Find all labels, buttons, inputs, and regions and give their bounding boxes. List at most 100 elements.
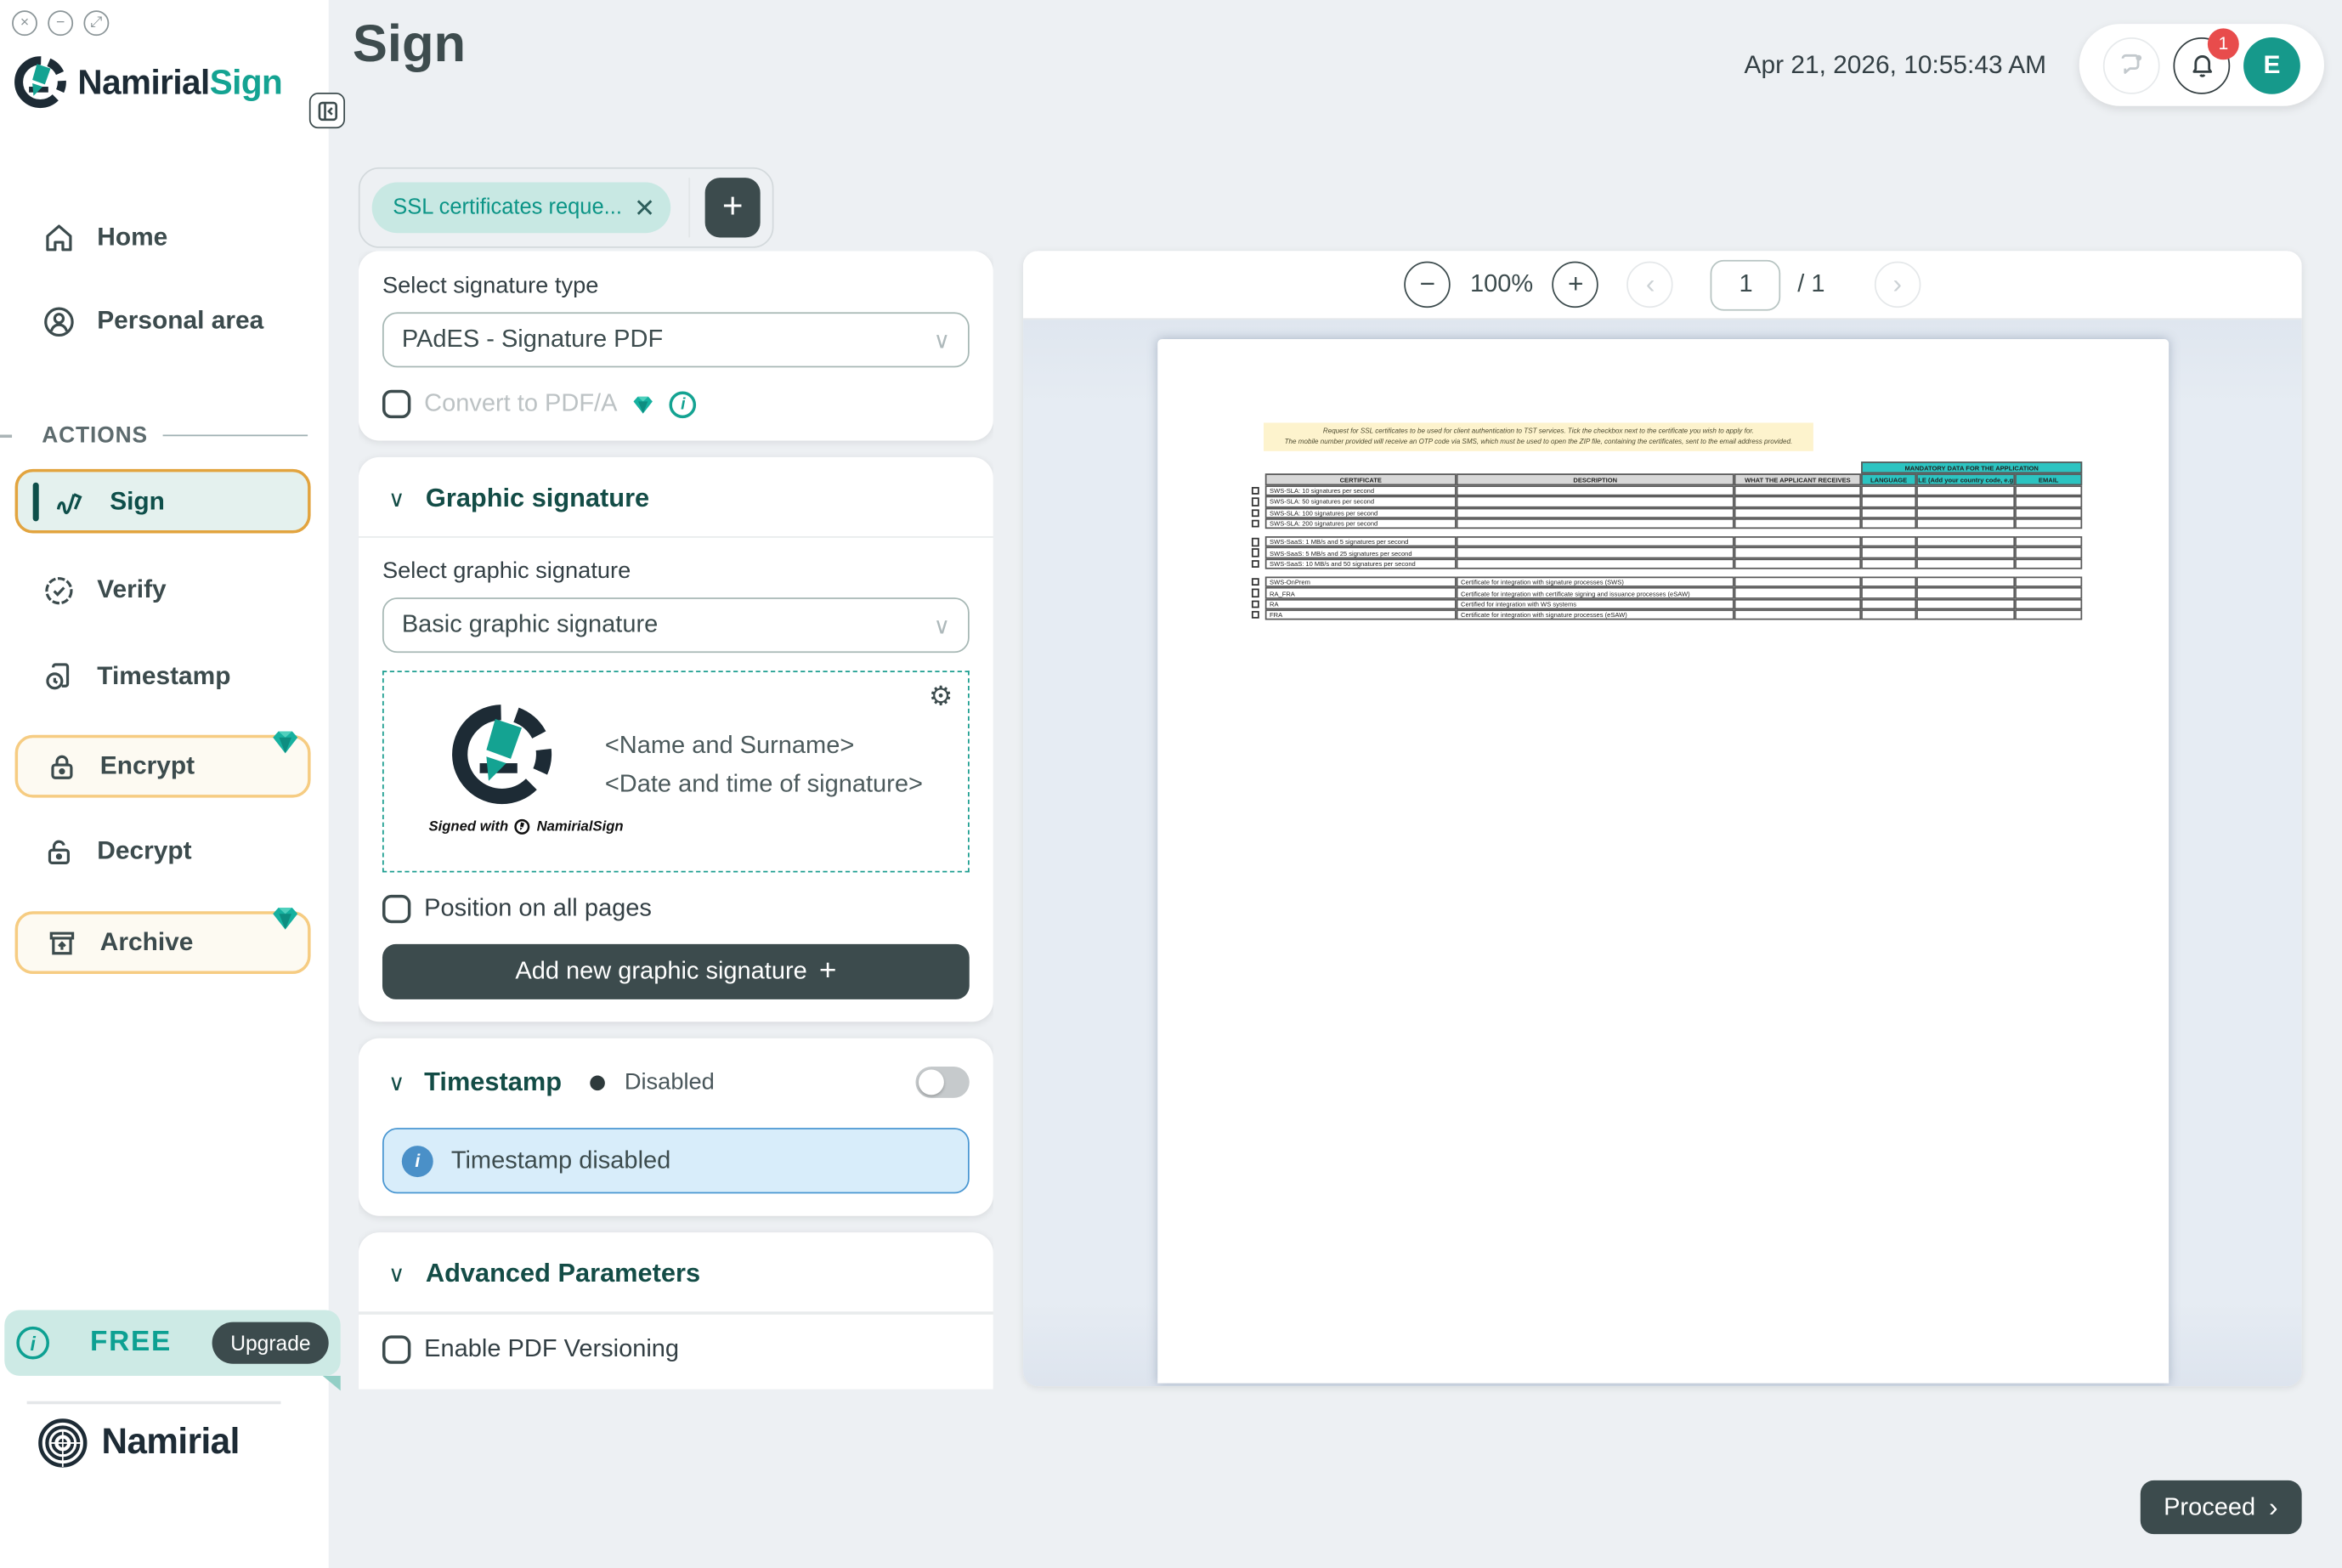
sign-options-panel: Select signature type PAdES - Signature …	[359, 251, 993, 1389]
timestamp-toggle[interactable]	[915, 1067, 969, 1099]
sidebar-item-label: Personal area	[97, 306, 263, 336]
certificate-cell: SWS-SLA: 200 signatures per second	[1265, 518, 1457, 529]
table-cell	[1265, 461, 1457, 473]
timestamp-info-box: i Timestamp disabled	[382, 1129, 970, 1194]
pdf-page[interactable]: Request for SSL certificates to be used …	[1157, 339, 2169, 1384]
document-checkbox[interactable]	[1251, 487, 1259, 495]
checkbox-cell[interactable]	[1244, 598, 1265, 609]
sidebar-item-decrypt[interactable]: Decrypt	[15, 823, 311, 880]
checkbox-cell[interactable]	[1244, 496, 1265, 507]
empty-cell	[1734, 598, 1861, 609]
expand-window-icon[interactable]: ⤢	[83, 10, 109, 36]
document-checkbox[interactable]	[1251, 538, 1259, 546]
info-icon[interactable]: i	[670, 391, 697, 418]
checkbox-cell[interactable]	[1244, 609, 1265, 620]
signed-with-row: Signed with NamirialSign	[428, 819, 623, 835]
description-cell	[1457, 558, 1734, 569]
checkbox-cell[interactable]	[1244, 485, 1265, 496]
document-checkbox[interactable]	[1251, 578, 1259, 586]
empty-cell	[1734, 558, 1861, 569]
checkbox-cell[interactable]	[1244, 507, 1265, 518]
divider	[359, 536, 993, 538]
checkbox-cell[interactable]	[1244, 536, 1265, 547]
active-indicator	[33, 482, 38, 521]
document-checkbox[interactable]	[1251, 600, 1259, 608]
empty-cell	[2015, 485, 2082, 496]
document-checkbox[interactable]	[1251, 509, 1259, 517]
certificate-cell: SWS-SLA: 10 signatures per second	[1265, 485, 1457, 496]
certificate-cell: RA_FRA	[1265, 587, 1457, 598]
divider	[359, 1312, 993, 1314]
add-graphic-signature-button[interactable]: Add new graphic signature +	[382, 945, 970, 1000]
table-cell	[1457, 461, 1734, 473]
app-window: × − ⤢ NamirialSign Ho	[0, 0, 2342, 1568]
sidebar-item-archive[interactable]: Archive	[15, 911, 311, 974]
avatar[interactable]: E	[2243, 37, 2300, 93]
gear-icon[interactable]: ⚙	[929, 682, 953, 713]
empty-cell	[1861, 609, 1916, 620]
sidebar-item-personal-area[interactable]: Personal area	[15, 293, 311, 350]
minimize-window-icon[interactable]: −	[48, 10, 73, 36]
sidebar-item-home[interactable]: Home	[15, 209, 311, 266]
checkbox-cell[interactable]	[1244, 558, 1265, 569]
document-checkbox[interactable]	[1251, 589, 1259, 597]
empty-cell	[1861, 547, 1916, 558]
chevron-down-icon: ∨	[934, 612, 950, 639]
checkbox-cell[interactable]	[1244, 577, 1265, 588]
document-tab-label: SSL certificates reque...	[393, 195, 622, 219]
advanced-parameters-header[interactable]: ∨ Advanced Parameters	[382, 1255, 970, 1294]
sidebar-item-verify[interactable]: Verify	[15, 562, 311, 619]
convert-pdfa-checkbox[interactable]	[382, 390, 410, 418]
signed-with-label: Signed with	[428, 819, 508, 835]
empty-cell	[1916, 536, 2015, 547]
viewer-toolbar: − 100% + ‹ 1 / 1 ›	[1023, 251, 2302, 320]
position-all-pages-checkbox[interactable]	[382, 896, 410, 924]
empty-cell	[1916, 547, 2015, 558]
sidebar-item-encrypt[interactable]: Encrypt	[15, 735, 311, 798]
pdf-versioning-checkbox[interactable]	[382, 1335, 410, 1363]
pdf-canvas-area[interactable]: Request for SSL certificates to be used …	[1023, 320, 2302, 1386]
document-checkbox[interactable]	[1251, 611, 1259, 619]
proceed-button[interactable]: Proceed ›	[2140, 1480, 2302, 1534]
page-number-input[interactable]: 1	[1711, 259, 1781, 310]
checkbox-cell[interactable]	[1244, 547, 1265, 558]
sidebar-item-timestamp[interactable]: Timestamp	[15, 648, 311, 705]
close-document-icon[interactable]: ✕	[634, 195, 655, 220]
empty-cell	[1916, 577, 2015, 588]
signature-type-select[interactable]: PAdES - Signature PDF ∨	[382, 312, 970, 367]
position-all-pages-label: Position on all pages	[424, 896, 652, 924]
empty-cell	[1734, 507, 1861, 518]
document-checkbox[interactable]	[1251, 560, 1259, 568]
zoom-out-button[interactable]: −	[1405, 262, 1451, 308]
timestamp-header[interactable]: ∨ Timestamp Disabled	[382, 1061, 970, 1105]
feedback-button[interactable]	[2103, 37, 2160, 93]
description-cell	[1457, 496, 1734, 507]
graphic-signature-header[interactable]: ∨ Graphic signature	[382, 479, 970, 518]
sidebar-item-label: Sign	[110, 486, 165, 516]
description-cell: Certificate for integration with signatu…	[1457, 577, 1734, 588]
info-icon[interactable]: i	[16, 1327, 49, 1360]
document-checkbox[interactable]	[1251, 498, 1259, 506]
signature-preview: ⚙ Signed with NamirialSign	[382, 671, 970, 873]
column-header: MOBILE (Add your country code, e.g. +39)	[1916, 473, 2015, 485]
column-header: WHAT THE APPLICANT RECEIVES	[1734, 473, 1861, 485]
previous-page-button[interactable]: ‹	[1627, 262, 1673, 308]
next-page-button[interactable]: ›	[1875, 262, 1921, 308]
document-checkbox[interactable]	[1251, 519, 1259, 527]
sidebar-item-sign[interactable]: Sign	[15, 469, 311, 534]
premium-diamond-icon	[269, 724, 302, 757]
zoom-in-button[interactable]: +	[1553, 262, 1598, 308]
add-document-button[interactable]: +	[705, 178, 761, 237]
column-header: CERTIFICATE	[1265, 473, 1457, 485]
graphic-signature-select[interactable]: Basic graphic signature ∨	[382, 598, 970, 654]
close-window-icon[interactable]: ×	[12, 10, 37, 36]
zoom-level: 100%	[1470, 270, 1533, 298]
convert-pdfa-row: Convert to PDF/A i	[382, 390, 970, 418]
checkbox-cell[interactable]	[1244, 518, 1265, 529]
upgrade-button[interactable]: Upgrade	[212, 1322, 329, 1364]
document-tab[interactable]: SSL certificates reque... ✕	[372, 182, 670, 233]
notifications-button[interactable]: 1	[2173, 37, 2230, 93]
document-checkbox[interactable]	[1251, 549, 1259, 557]
checkbox-cell[interactable]	[1244, 587, 1265, 598]
description-cell	[1457, 536, 1734, 547]
